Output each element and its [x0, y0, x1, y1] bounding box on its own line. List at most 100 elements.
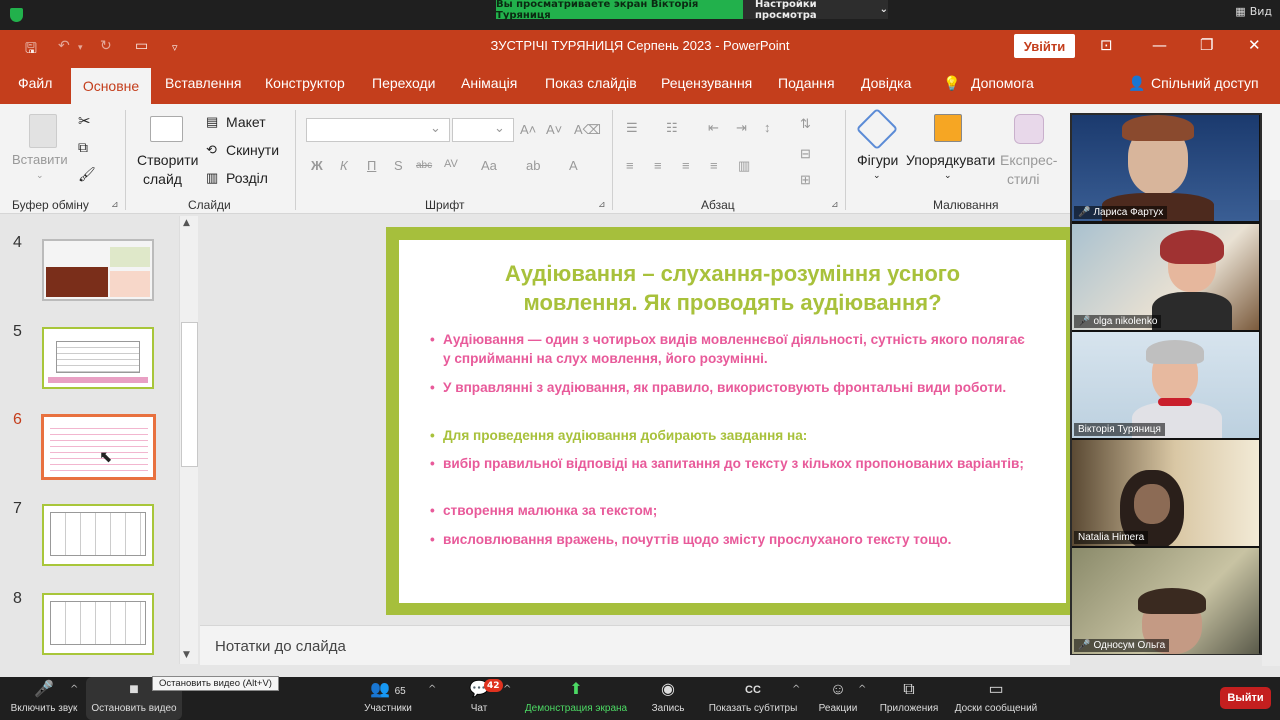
decrease-indent-icon[interactable]: ⇤ [708, 120, 719, 136]
cut-icon[interactable]: ✂ [78, 112, 91, 130]
dialog-launcher-icon[interactable]: ⊿ [831, 199, 839, 210]
align-left-icon[interactable]: ≡ [626, 158, 634, 173]
line-spacing-icon[interactable]: ↕ [764, 120, 771, 135]
new-slide-button[interactable]: Створити [137, 152, 198, 168]
strikethrough-button[interactable]: abc [416, 160, 432, 171]
chat-options-chevron-icon[interactable]: ^ [503, 684, 511, 695]
tab-view[interactable]: Подання [778, 75, 835, 91]
bullets-icon[interactable]: ☰ [626, 120, 638, 136]
new-slide-icon[interactable] [150, 116, 183, 142]
share-button[interactable]: Спільний доступ [1151, 75, 1259, 91]
shapes-button[interactable]: Фігури [857, 152, 898, 168]
font-color-button[interactable]: A [569, 158, 578, 173]
video-tile[interactable]: 🎤 Односум Ольга [1072, 548, 1259, 654]
view-button[interactable]: ▦ Вид [1235, 5, 1272, 18]
tab-tell-me[interactable]: Допомога [971, 75, 1034, 91]
editor-scrollbar[interactable] [1262, 200, 1280, 666]
columns-icon[interactable]: ▥ [738, 158, 750, 174]
slide-thumbnail-8[interactable] [42, 593, 154, 655]
close-icon[interactable]: ✕ [1248, 36, 1261, 54]
format-painter-icon[interactable]: 🖌 [78, 166, 96, 183]
arrange-button[interactable]: Упорядкувати [906, 152, 995, 168]
tab-insert[interactable]: Вставлення [165, 75, 242, 91]
ribbon-display-icon[interactable]: ⊡ [1100, 36, 1113, 54]
slide-thumbnail-7[interactable] [42, 504, 154, 566]
reactions-options-chevron-icon[interactable]: ^ [858, 684, 866, 695]
slide-bullet[interactable]: • Для проведення аудіювання добирають за… [430, 426, 1030, 445]
paste-icon[interactable] [29, 114, 57, 148]
clear-format-icon[interactable]: A⌫ [574, 122, 601, 138]
tab-animations[interactable]: Анімація [461, 75, 517, 91]
italic-button[interactable]: К [340, 158, 348, 173]
slide-bullet[interactable]: • створення малюнка за текстом; [430, 501, 1030, 520]
align-center-icon[interactable]: ≡ [654, 158, 662, 173]
video-tile[interactable]: 🎤 olga nikolenko [1072, 224, 1259, 330]
decrease-font-icon[interactable]: A˅ [546, 122, 562, 137]
tab-design[interactable]: Конструктор [265, 75, 345, 91]
audio-options-chevron-icon[interactable]: ^ [70, 684, 78, 695]
numbering-icon[interactable]: ☷ [666, 120, 678, 136]
slide-thumbnail-5[interactable] [42, 327, 154, 389]
slide-thumbnail-4[interactable] [42, 239, 154, 301]
scroll-up-icon[interactable]: ▲ [183, 218, 190, 228]
video-tile[interactable]: 🎤 Лариса Фартух [1072, 115, 1259, 221]
change-case-button[interactable]: Aa [481, 158, 497, 173]
tab-transitions[interactable]: Переходи [372, 75, 435, 91]
reactions-button[interactable]: ☺ Реакции [814, 677, 862, 720]
video-tile[interactable]: Natalia Himera [1072, 440, 1259, 546]
tab-file[interactable]: Файл [18, 75, 52, 91]
share-screen-button[interactable]: ⬆ Демонстрация экрана [520, 677, 632, 720]
record-button[interactable]: ◉ Запись [646, 677, 690, 720]
slide-bullet[interactable]: • висловлювання вражень, почуттів щодо з… [430, 530, 1030, 549]
align-text-icon[interactable]: ⊟ [800, 146, 811, 162]
dialog-launcher-icon[interactable]: ⊿ [598, 199, 606, 210]
leave-meeting-button[interactable]: Выйти [1220, 687, 1271, 709]
captions-button[interactable]: CC Показать субтитры [704, 677, 802, 720]
participants-options-chevron-icon[interactable]: ^ [428, 684, 436, 695]
slide-bullet[interactable]: • вибір правильної відповіді на запитанн… [430, 454, 1030, 473]
video-tile[interactable]: Вікторія Туряниця [1072, 332, 1259, 438]
minimize-icon[interactable]: — [1152, 36, 1167, 54]
slide-bullet[interactable]: • Аудіювання — один з чотирьох видів мов… [430, 330, 1030, 368]
bold-button[interactable]: Ж [311, 158, 323, 173]
arrange-icon[interactable] [934, 114, 962, 142]
quick-styles-icon[interactable] [1014, 114, 1044, 144]
view-settings-menu[interactable]: Настройки просмотра ⌄ [743, 0, 888, 21]
reset-button[interactable]: Скинути [226, 142, 279, 158]
quick-styles-button[interactable]: Експрес- [1000, 152, 1057, 168]
whiteboards-button[interactable]: ▭ Доски сообщений [950, 677, 1042, 720]
layout-button[interactable]: Макет [226, 114, 266, 130]
captions-options-chevron-icon[interactable]: ^ [792, 684, 800, 695]
shapes-icon[interactable] [855, 107, 899, 151]
highlight-icon[interactable]: ab [526, 158, 540, 173]
copy-icon[interactable]: ⧉ [78, 139, 88, 156]
underline-button[interactable]: П [367, 158, 376, 173]
increase-font-icon[interactable]: A˄ [520, 122, 536, 137]
smartart-icon[interactable]: ⊞ [800, 172, 811, 188]
slide-title[interactable]: Аудіювання – слухання-розуміння усного м… [420, 259, 1045, 317]
restore-icon[interactable]: ❐ [1200, 36, 1213, 54]
shadow-button[interactable]: S [394, 158, 403, 173]
justify-icon[interactable]: ≡ [710, 158, 718, 173]
security-shield-icon[interactable] [10, 8, 23, 22]
tab-slideshow[interactable]: Показ слайдів [545, 75, 637, 91]
apps-button[interactable]: ⧉ Приложения [876, 677, 942, 720]
scrollbar-thumb[interactable] [181, 322, 198, 467]
tab-review[interactable]: Рецензування [661, 75, 752, 91]
char-spacing-button[interactable]: AV [444, 158, 458, 170]
increase-indent-icon[interactable]: ⇥ [736, 120, 747, 136]
dialog-launcher-icon[interactable]: ⊿ [111, 199, 119, 210]
paste-button[interactable]: Вставити [12, 152, 68, 167]
participants-button[interactable]: 👥 65 Участники [357, 677, 419, 720]
tab-home[interactable]: Основне [71, 68, 151, 104]
paste-dropdown-icon[interactable]: ⌄ [36, 170, 44, 181]
slide-bullet[interactable]: • У вправлянні з аудіювання, як правило,… [430, 378, 1030, 397]
notes-pane[interactable]: Нотатки до слайда [200, 625, 1070, 665]
font-name-dropdown[interactable] [306, 118, 450, 142]
tab-help[interactable]: Довідка [861, 75, 911, 91]
section-button[interactable]: Розділ [226, 170, 268, 186]
text-direction-icon[interactable]: ⇅ [800, 116, 811, 132]
sign-in-button[interactable]: Увійти [1014, 34, 1075, 58]
align-right-icon[interactable]: ≡ [682, 158, 690, 173]
scroll-down-icon[interactable]: ▼ [183, 650, 190, 660]
